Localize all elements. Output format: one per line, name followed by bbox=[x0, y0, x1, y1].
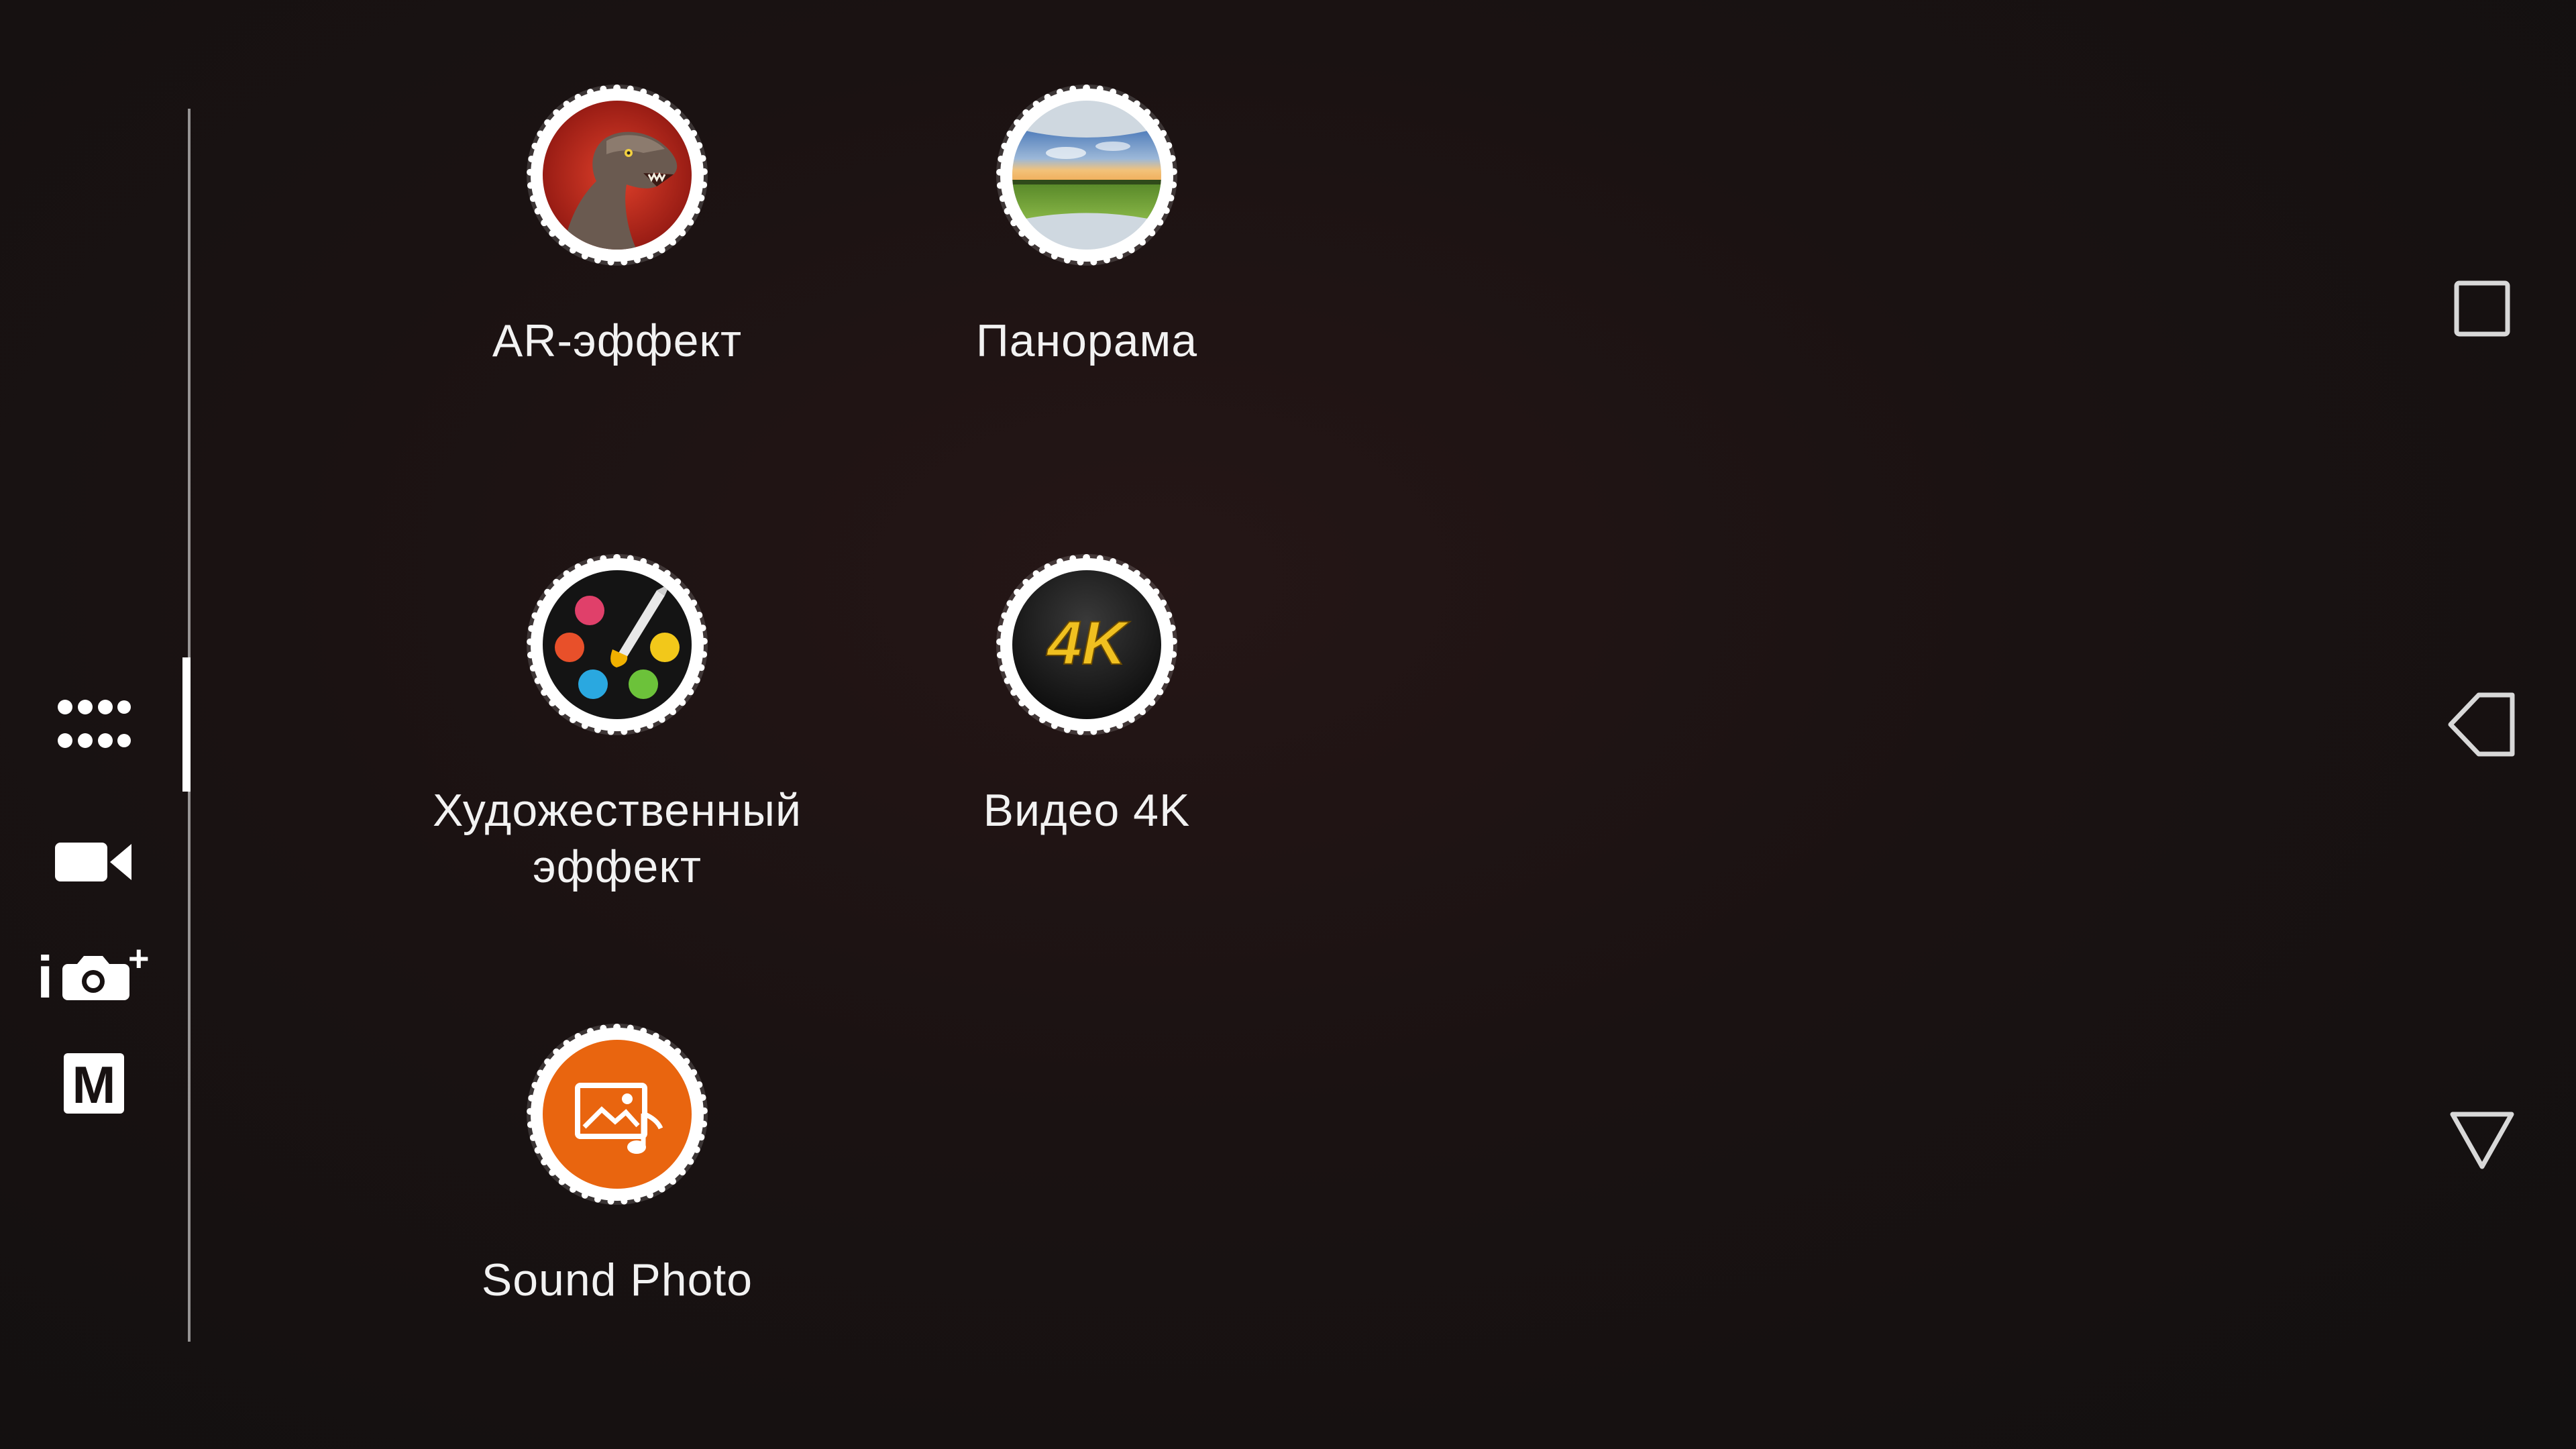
mode-tile-panorama[interactable]: Панорама bbox=[852, 85, 1322, 369]
paint-palette-icon bbox=[527, 554, 708, 735]
mode-tile-video-4k[interactable]: 4K Видео 4K bbox=[852, 554, 1322, 839]
mode-label-line1: Художественный bbox=[433, 785, 802, 836]
mode-rail: i + M bbox=[0, 0, 195, 1449]
mode-label: Художественный эффект bbox=[382, 782, 852, 895]
mode-label-line2: эффект bbox=[532, 841, 702, 892]
triangle-back-icon bbox=[2448, 692, 2515, 757]
mode-label: Sound Photo bbox=[481, 1254, 753, 1305]
video-4k-text: 4K bbox=[1046, 609, 1130, 678]
navigation-bar bbox=[2388, 0, 2576, 1449]
triangle-down-icon bbox=[2450, 1112, 2514, 1169]
manual-mode-button[interactable]: M bbox=[27, 1036, 161, 1130]
dinosaur-ar-icon bbox=[527, 85, 708, 266]
mode-tile-sound-photo[interactable]: Sound Photo bbox=[382, 1024, 852, 1308]
video-4k-icon: 4K bbox=[996, 554, 1177, 735]
manual-mode-icon: M bbox=[64, 1053, 124, 1114]
video-mode-button[interactable] bbox=[27, 815, 161, 909]
mode-label: AR-эффект bbox=[492, 315, 743, 366]
intelligent-glyph: i bbox=[37, 944, 53, 1002]
mode-label: Панорама bbox=[975, 315, 1198, 366]
camera-intelligent-plus-icon: i + bbox=[37, 941, 150, 1002]
square-recents-icon bbox=[2454, 280, 2510, 337]
recents-button[interactable] bbox=[2422, 248, 2542, 369]
sound-photo-icon bbox=[527, 1024, 708, 1205]
home-button[interactable] bbox=[2422, 1080, 2542, 1201]
mode-tile-ar-effect[interactable]: AR-эффект bbox=[382, 85, 852, 369]
panorama-landscape-icon bbox=[996, 85, 1177, 266]
camera-mode-selector-screen: i + M AR-эффект Панорама Художественный … bbox=[0, 0, 2576, 1449]
mode-tile-art-effect[interactable]: Художественный эффект bbox=[382, 554, 852, 895]
mode-label: Видео 4K bbox=[983, 785, 1191, 836]
apps-grid-icon bbox=[58, 700, 131, 748]
superior-auto-button[interactable]: i + bbox=[27, 924, 161, 1018]
apps-mode-button[interactable] bbox=[27, 678, 161, 771]
back-button[interactable] bbox=[2422, 664, 2542, 785]
video-camera-icon bbox=[55, 843, 131, 881]
plus-glyph: + bbox=[128, 941, 150, 979]
manual-glyph: M bbox=[72, 1055, 116, 1114]
rail-active-indicator bbox=[182, 657, 191, 792]
